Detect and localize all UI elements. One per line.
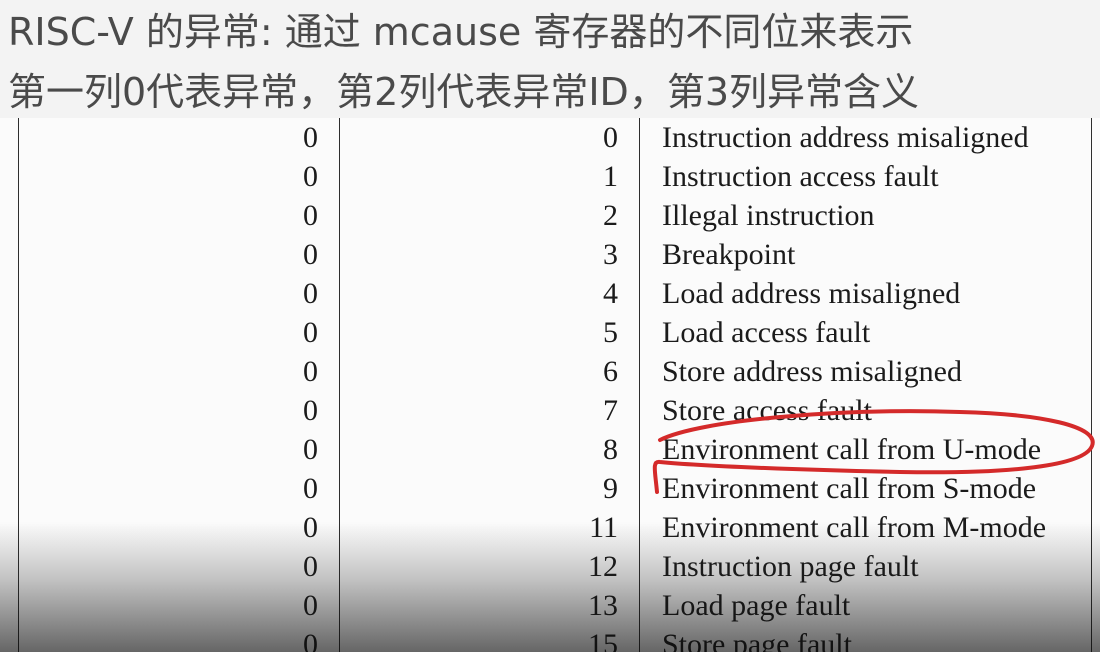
exception-code-cell: 9 [603, 472, 618, 505]
table-row: 0 12 Instruction page fault [18, 548, 1090, 587]
table-row: 0 11 Environment call from M-mode [18, 509, 1090, 548]
title-banner: RISC-V 的异常: 通过 mcause 寄存器的不同位来表示 第一列0代表异… [0, 0, 1100, 120]
exception-code-cell: 7 [603, 394, 618, 427]
interrupt-cell: 0 [303, 238, 318, 271]
description-cell: Instruction address misaligned [662, 121, 1029, 154]
interrupt-cell: 0 [303, 316, 318, 349]
interrupt-cell: 0 [303, 628, 318, 652]
interrupt-cell: 0 [303, 550, 318, 583]
description-cell: Environment call from M-mode [662, 511, 1047, 544]
interrupt-cell: 0 [303, 121, 318, 154]
interrupt-cell: 0 [303, 589, 318, 622]
description-cell: Load address misaligned [662, 277, 961, 310]
table-row: 0 9 Environment call from S-mode [18, 470, 1090, 509]
table-row: 0 0 Instruction address misaligned [18, 119, 1090, 158]
interrupt-cell: 0 [303, 394, 318, 427]
interrupt-cell: 0 [303, 199, 318, 232]
description-cell: Breakpoint [662, 238, 796, 271]
exception-code-cell: 1 [603, 160, 618, 193]
exception-table: 0 0 Instruction address misaligned 0 1 I… [18, 118, 1090, 652]
table-row: 0 7 Store access fault [18, 392, 1090, 431]
description-cell: Instruction page fault [662, 550, 919, 583]
description-cell: Load page fault [662, 589, 851, 622]
interrupt-cell: 0 [303, 472, 318, 505]
exception-code-cell: 4 [603, 277, 618, 310]
interrupt-cell: 0 [303, 511, 318, 544]
table-row: 0 2 Illegal instruction [18, 197, 1090, 236]
exception-code-cell: 5 [603, 316, 618, 349]
description-cell: Instruction access fault [662, 160, 939, 193]
heading-line-2: 第一列0代表异常，第2列代表异常ID，第3列异常含义 [8, 70, 920, 114]
interrupt-cell: 0 [303, 160, 318, 193]
table-row: 0 15 Store page fault [18, 626, 1090, 652]
table-row: 0 1 Instruction access fault [18, 158, 1090, 197]
exception-code-cell: 12 [588, 550, 618, 583]
heading-line-1: RISC-V 的异常: 通过 mcause 寄存器的不同位来表示 [8, 10, 914, 54]
table-row-highlighted: 0 8 Environment call from U-mode [18, 431, 1090, 470]
exception-code-cell: 8 [603, 433, 618, 466]
interrupt-cell: 0 [303, 355, 318, 388]
description-cell: Store page fault [662, 628, 852, 652]
interrupt-cell: 0 [303, 433, 318, 466]
table-row: 0 4 Load address misaligned [18, 275, 1090, 314]
table-row: 0 13 Load page fault [18, 587, 1090, 626]
interrupt-cell: 0 [303, 277, 318, 310]
exception-code-cell: 15 [588, 628, 618, 652]
description-cell: Environment call from S-mode [662, 472, 1037, 505]
exception-code-cell: 11 [589, 511, 618, 544]
exception-code-cell: 2 [603, 199, 618, 232]
description-cell: Environment call from U-mode [662, 433, 1042, 466]
description-cell: Store address misaligned [662, 355, 962, 388]
table-row: 0 5 Load access fault [18, 314, 1090, 353]
table-row: 0 6 Store address misaligned [18, 353, 1090, 392]
description-cell: Load access fault [662, 316, 871, 349]
exception-code-cell: 13 [588, 589, 618, 622]
exception-code-cell: 6 [603, 355, 618, 388]
description-cell: Illegal instruction [662, 199, 875, 232]
exception-code-cell: 0 [603, 121, 618, 154]
document-page: 0 0 Instruction address misaligned 0 1 I… [0, 118, 1100, 652]
description-cell: Store access fault [662, 394, 872, 427]
exception-code-cell: 3 [603, 238, 618, 271]
table-row: 0 3 Breakpoint [18, 236, 1090, 275]
